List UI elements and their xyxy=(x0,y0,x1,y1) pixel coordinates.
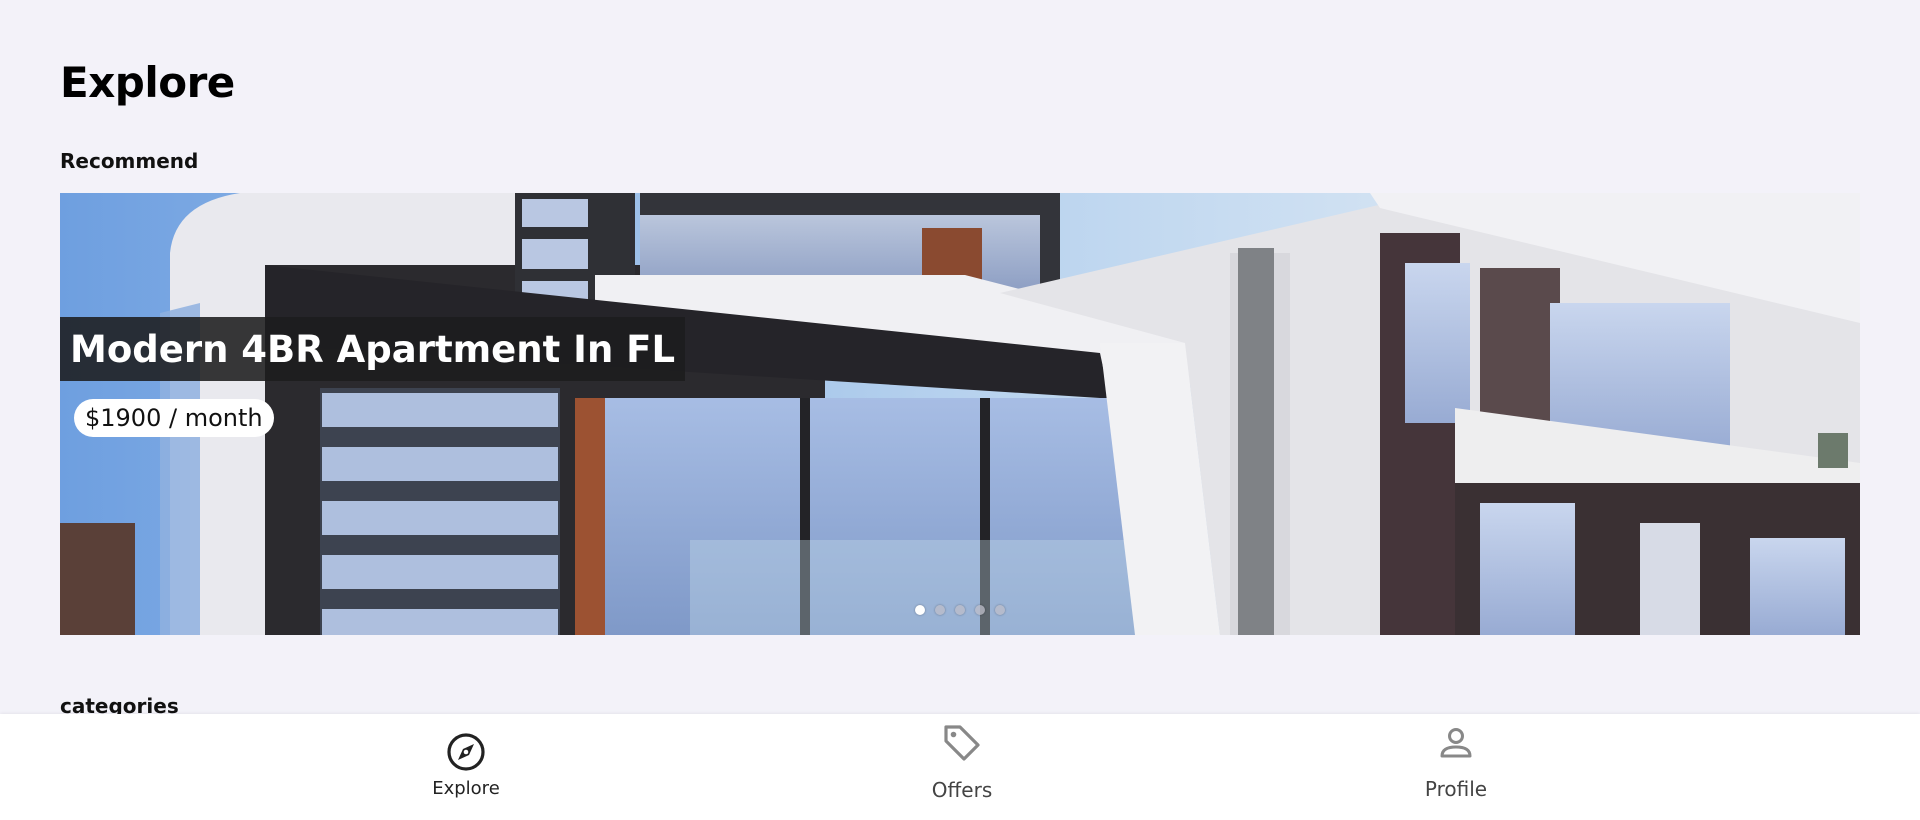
person-icon xyxy=(1440,728,1472,758)
page-title: Explore xyxy=(60,58,235,107)
compass-icon xyxy=(447,733,485,771)
tag-icon xyxy=(944,725,980,761)
nav-label-offers: Offers xyxy=(931,778,993,802)
carousel-dot[interactable] xyxy=(955,605,965,615)
carousel-pagination xyxy=(915,605,1005,615)
carousel-dot[interactable] xyxy=(995,605,1005,615)
recommend-section-label: Recommend xyxy=(60,149,199,173)
nav-label-explore: Explore xyxy=(432,778,500,799)
listing-title: Modern 4BR Apartment In FL xyxy=(70,327,676,371)
nav-item-offers[interactable]: Offers xyxy=(862,714,1062,820)
slide-title-box: Modern 4BR Apartment In FL xyxy=(60,317,686,381)
carousel-dot[interactable] xyxy=(975,605,985,615)
bottom-nav: Explore Offers Profile xyxy=(0,714,1920,820)
price-badge: $1900 / month xyxy=(74,399,274,437)
carousel-dot[interactable] xyxy=(915,605,925,615)
nav-item-profile[interactable]: Profile xyxy=(1356,714,1556,820)
recommend-carousel[interactable]: Modern 4BR Apartment In FL $1900 / month xyxy=(60,193,1860,635)
carousel-dot[interactable] xyxy=(935,605,945,615)
listing-photo xyxy=(60,193,1860,635)
nav-label-profile: Profile xyxy=(1424,777,1488,801)
nav-item-explore[interactable]: Explore xyxy=(366,714,566,820)
